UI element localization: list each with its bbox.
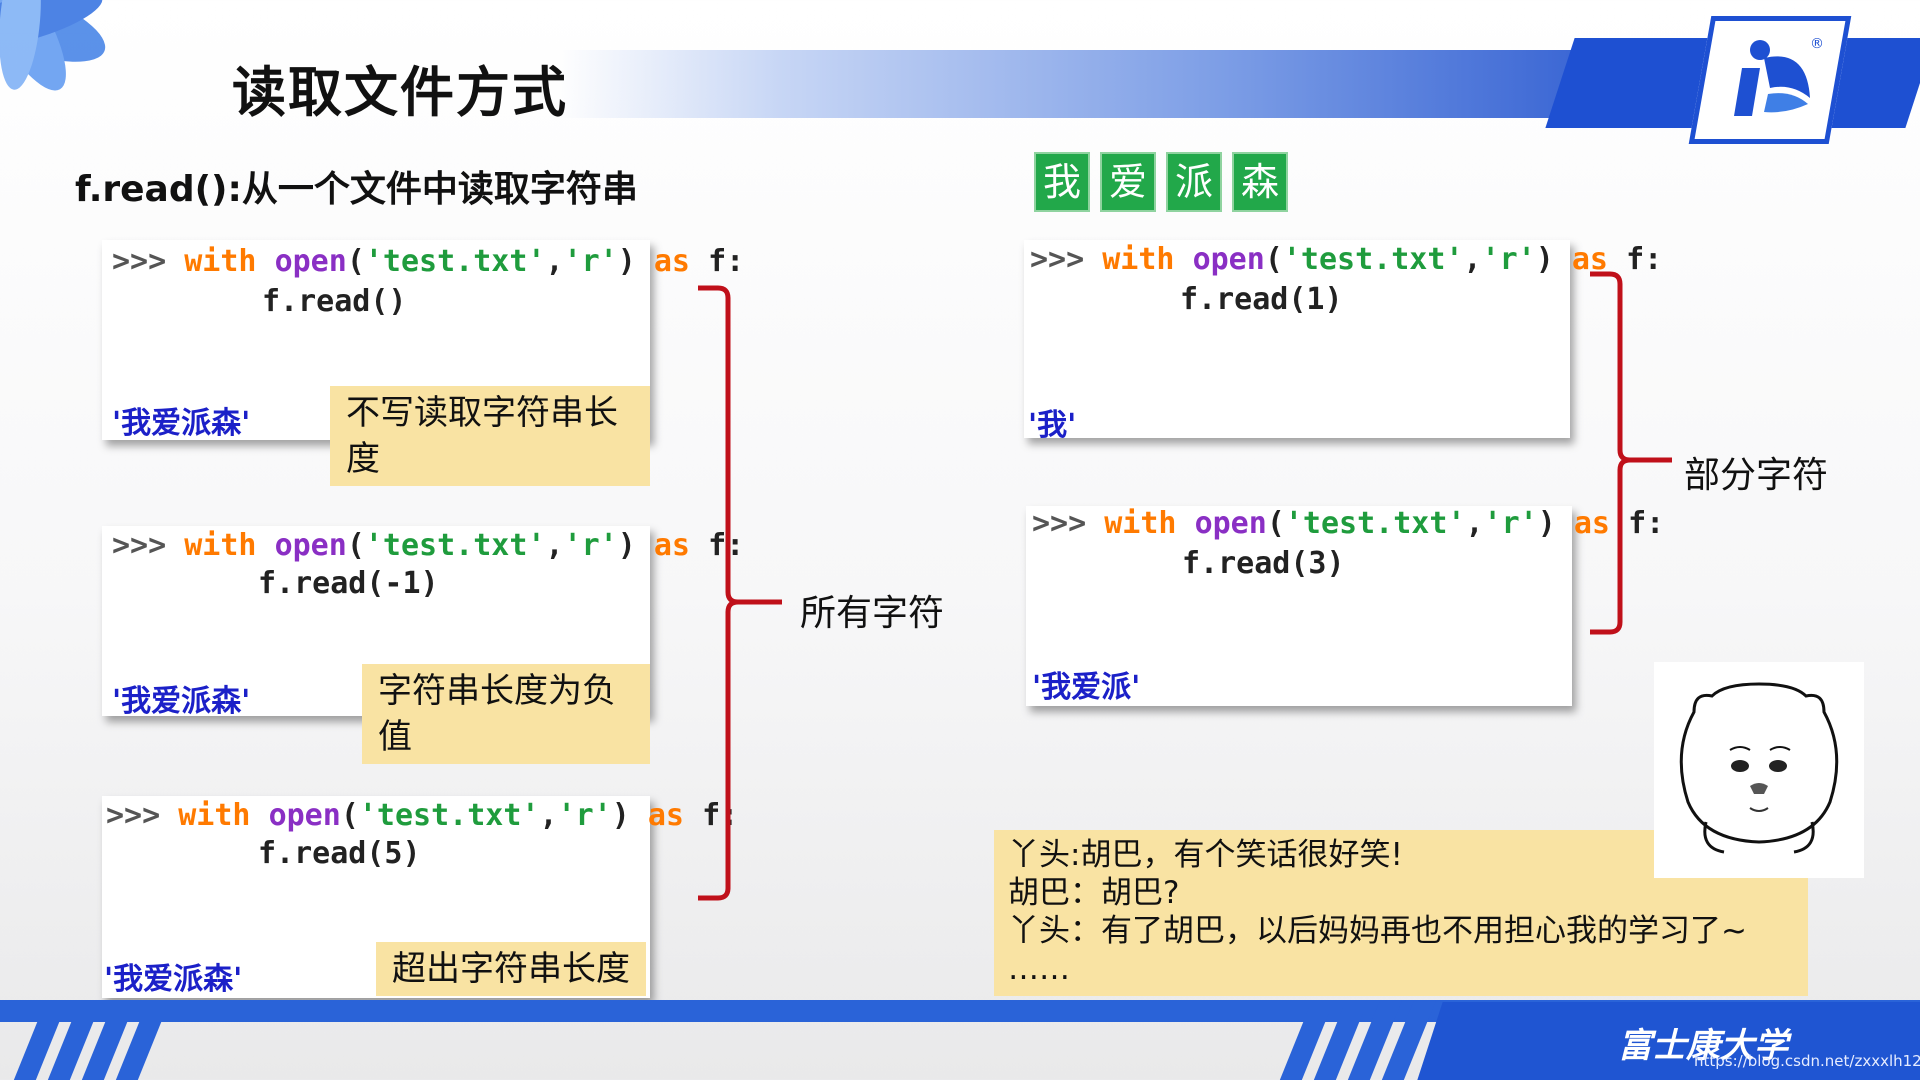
prompt: >>> — [112, 244, 167, 279]
read-call: f.read(3) — [1182, 546, 1345, 581]
code-panel-read-overlength: >>> with open('test.txt','r') as f: f.re… — [102, 796, 738, 998]
read-call: f.read(5) — [258, 836, 421, 871]
flower-decoration — [0, 0, 106, 91]
arg-mode: 'r' — [1481, 242, 1536, 277]
prompt: >>> — [1030, 242, 1085, 277]
footer-watermark-url: https://blog.csdn.net/zxxxlh123 — [1694, 1052, 1920, 1070]
comma: , — [539, 798, 558, 833]
read-call: f.read() — [262, 284, 407, 319]
keyword-with: with — [1104, 506, 1177, 541]
paren: ( — [1264, 242, 1283, 277]
arg-mode: 'r' — [557, 798, 612, 833]
read-result: '我爱派森' — [112, 406, 251, 441]
comma: , — [1465, 506, 1484, 541]
code-panel-read-negative: >>> with open('test.txt','r') as f: f.re… — [102, 526, 744, 764]
arg-mode: 'r' — [563, 244, 618, 279]
read-result: '我爱派森' — [104, 962, 243, 997]
char-chip: 爱 — [1100, 152, 1156, 212]
paren: ( — [1266, 506, 1285, 541]
note-label: 字符串长度为负值 — [362, 664, 650, 764]
func-open: open — [274, 244, 347, 279]
comma: , — [1463, 242, 1482, 277]
paren: ( — [346, 528, 365, 563]
func-open: open — [1194, 506, 1267, 541]
comma: , — [545, 244, 564, 279]
arg-mode: 'r' — [1483, 506, 1538, 541]
read-result: '我' — [1028, 408, 1077, 443]
prompt: >>> — [106, 798, 161, 833]
comma: , — [545, 528, 564, 563]
paren: ) — [617, 528, 636, 563]
read-result: '我爱派森' — [112, 684, 251, 719]
read-result: '我爱派' — [1032, 670, 1141, 705]
header-band — [560, 50, 1660, 118]
partial-chars-bracket — [1590, 271, 1672, 635]
arg-filename: 'test.txt' — [1284, 506, 1466, 541]
read-call: f.read(-1) — [258, 566, 439, 601]
arg-filename: 'test.txt' — [358, 798, 540, 833]
keyword-as: as — [647, 798, 684, 833]
joke-line: …… — [1008, 951, 1070, 987]
func-open: open — [274, 528, 347, 563]
code-panel-read-default: >>> with open('test.txt','r') as f: f.re… — [102, 240, 744, 486]
keyword-with: with — [1102, 242, 1175, 277]
brand-logo-icon: ® — [1734, 36, 1824, 116]
prompt: >>> — [1032, 506, 1087, 541]
paren: ) — [611, 798, 630, 833]
func-open: open — [268, 798, 341, 833]
code-panel-read-three: >>> with open('test.txt','r') as f: f.re… — [1026, 506, 1664, 706]
paren: ) — [617, 244, 636, 279]
slide-title: 读取文件方式 — [232, 61, 568, 124]
label-partial-chars: 部分字符 — [1684, 455, 1829, 496]
arg-filename: 'test.txt' — [1282, 242, 1464, 277]
keyword-with: with — [178, 798, 251, 833]
arg-filename: 'test.txt' — [364, 528, 546, 563]
paren: ( — [340, 798, 359, 833]
char-chip: 派 — [1166, 152, 1222, 212]
char-chip: 我 — [1034, 152, 1090, 212]
keyword-as: as — [653, 244, 690, 279]
subtitle: f.read():从一个文件中读取字符串 — [75, 169, 638, 210]
paren: ( — [346, 244, 365, 279]
note-label: 不写读取字符串长度 — [330, 386, 650, 486]
read-call: f.read(1) — [1180, 282, 1343, 317]
all-chars-bracket — [698, 285, 782, 901]
paren: ) — [1535, 242, 1554, 277]
keyword-as: as — [653, 528, 690, 563]
note-label: 超出字符串长度 — [376, 942, 646, 996]
keyword-with: with — [184, 244, 257, 279]
keyword-with: with — [184, 528, 257, 563]
label-all-chars: 所有字符 — [800, 593, 945, 634]
arg-filename: 'test.txt' — [364, 244, 546, 279]
arg-mode: 'r' — [563, 528, 618, 563]
char-chip: 森 — [1232, 152, 1288, 212]
paren: ) — [1537, 506, 1556, 541]
func-open: open — [1192, 242, 1265, 277]
bear-meme-image — [1654, 662, 1864, 878]
joke-line: 丫头：有了胡巴，以后妈妈再也不用担心我的学习了~ — [1008, 913, 1747, 949]
joke-line: 胡巴：胡巴? — [1008, 875, 1180, 911]
prompt: >>> — [112, 528, 167, 563]
bear-face-icon — [1679, 682, 1839, 854]
svg-text:®: ® — [1810, 36, 1824, 52]
var-f: f: — [708, 244, 745, 279]
code-panel-read-one: >>> with open('test.txt','r') as f: f.re… — [1024, 240, 1662, 443]
